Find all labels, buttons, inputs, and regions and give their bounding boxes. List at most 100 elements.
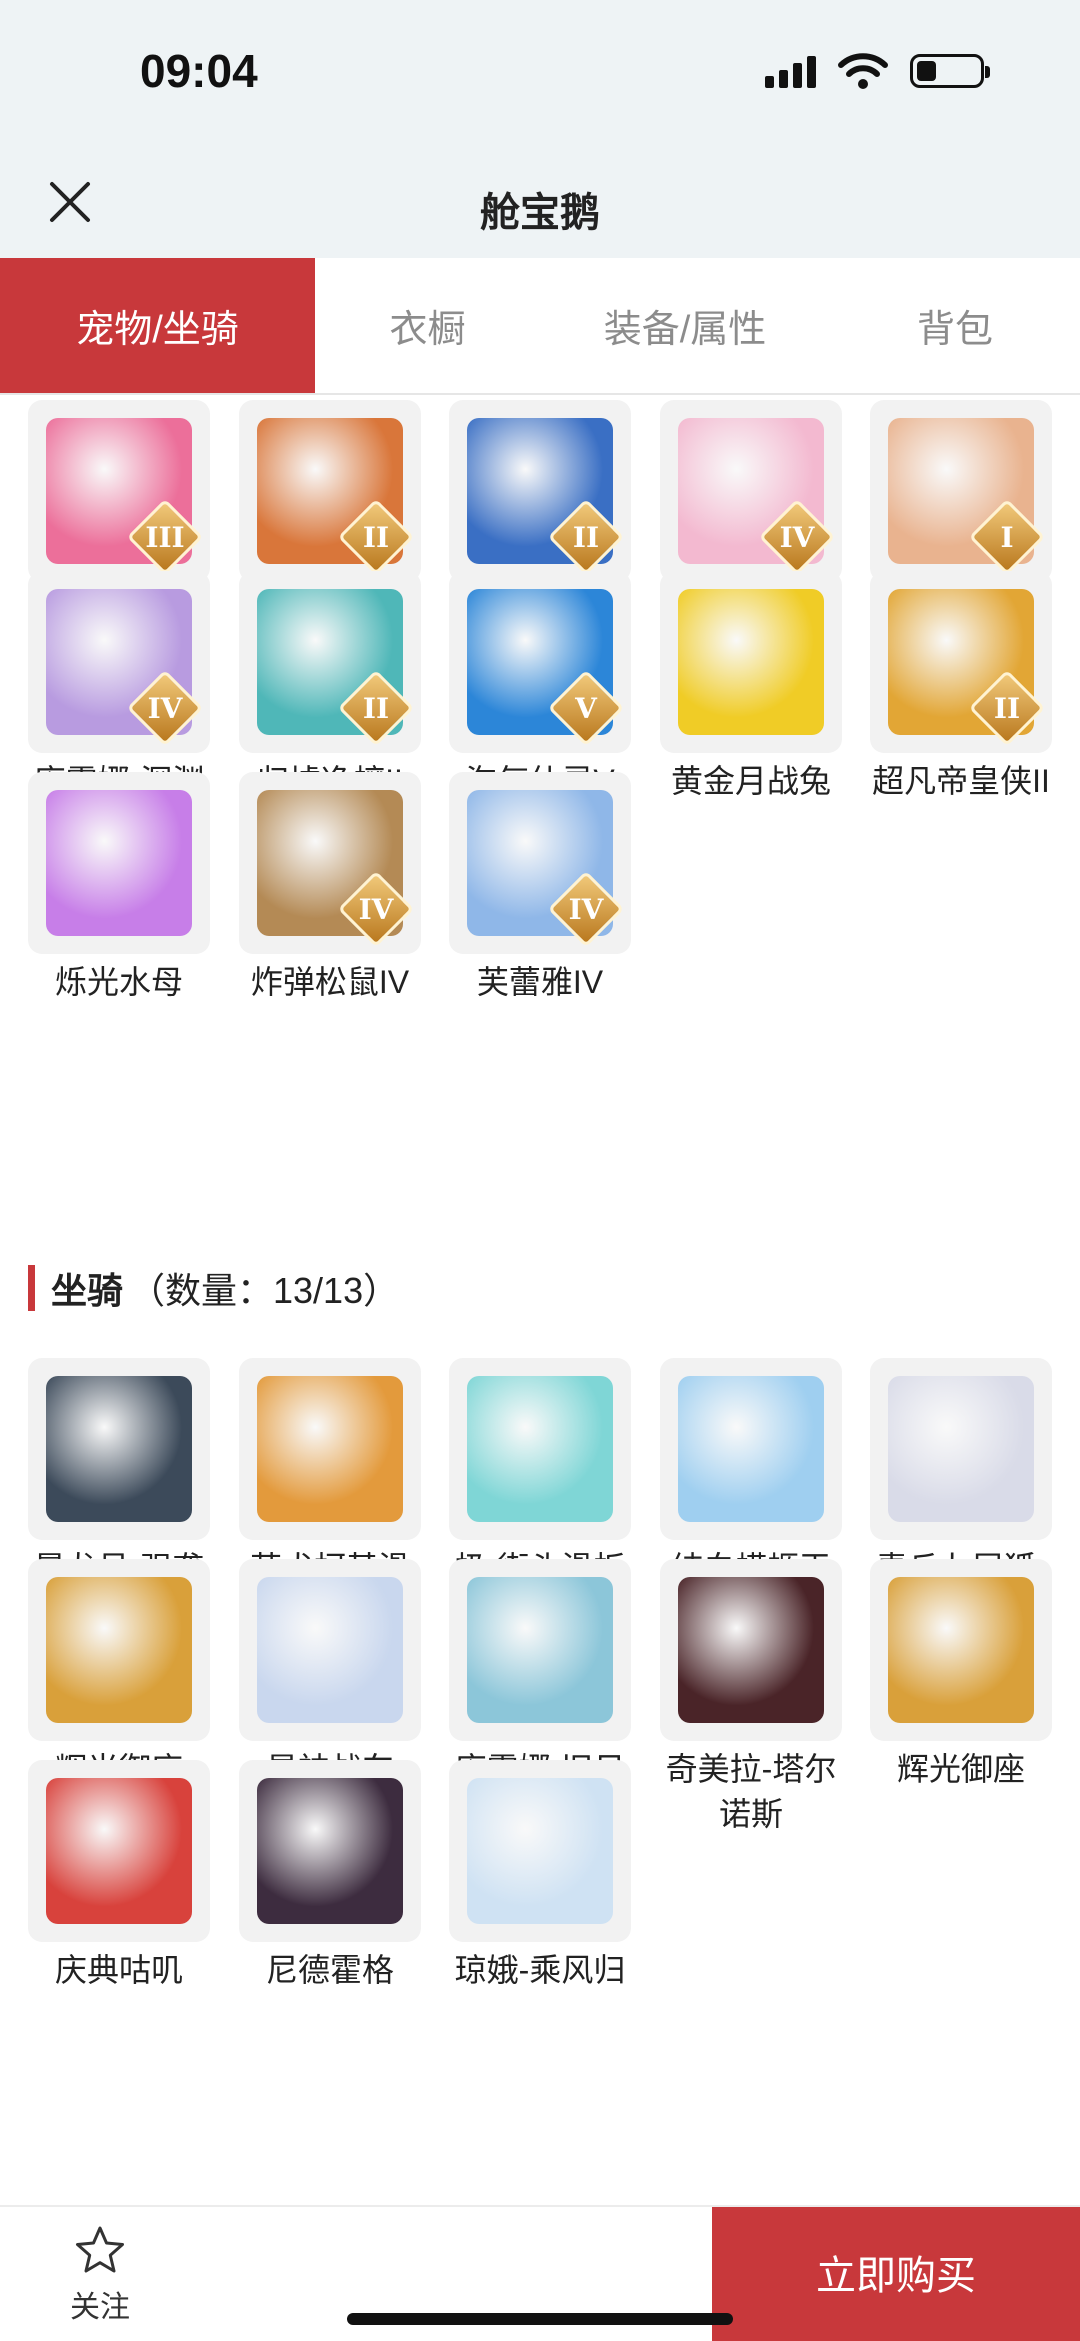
item-thumbnail: II <box>870 571 1052 753</box>
item-name: 烁光水母 <box>54 964 183 1000</box>
item-name: 尼德霍格 <box>265 1952 394 1988</box>
follow-label: 关注 <box>70 2291 130 2324</box>
item-name: 超凡帝皇侠II <box>872 763 1050 799</box>
chimera-icon <box>678 1577 824 1723</box>
star-icon <box>76 2226 124 2273</box>
tier-badge-label: V <box>575 691 597 725</box>
corgi-icon <box>257 1376 403 1522</box>
tier-badge-label: II <box>362 691 390 725</box>
item-thumbnail <box>28 1358 210 1540</box>
pet-card[interactable]: IV 炸弹松鼠IV <box>239 772 421 1005</box>
pet-card[interactable]: II归墟净螭II <box>239 571 421 804</box>
tab-bar: 宠物/坐骑 衣橱 装备/属性 背包 <box>0 258 1080 395</box>
jellyfish-icon <box>46 790 192 936</box>
item-thumbnail <box>239 1760 421 1942</box>
tier-badge-label: IV <box>779 520 815 554</box>
tier-badge-label: III <box>145 520 185 554</box>
item-name: 琼娥-乘风归 <box>454 1952 626 1988</box>
mecha-dino-icon <box>46 1376 192 1522</box>
follow-button[interactable]: 关注 <box>60 2225 140 2326</box>
item-thumbnail <box>28 1559 210 1741</box>
item-thumbnail: II <box>239 571 421 753</box>
golden-rabbit-icon <box>678 589 824 735</box>
fox-icon <box>888 1376 1034 1522</box>
tab-backpack[interactable]: 背包 <box>830 258 1080 393</box>
buy-now-button[interactable]: 立即购买 <box>712 2207 1080 2341</box>
section-accent-bar <box>28 1265 35 1311</box>
mount-card[interactable]: 庆典咕叽 <box>28 1760 210 1993</box>
item-thumbnail <box>660 1358 842 1540</box>
throne-icon <box>888 1577 1034 1723</box>
axolotl-icon <box>678 1376 824 1522</box>
content-scroll[interactable]: III粉抱抱熊 IIIII祈愿灵翼IIII皎晶白虎 IIIV疯疯兔IVI鸡小飞I… <box>0 395 1080 2205</box>
mounts-section-count: （数量：13/13） <box>129 1270 400 1311</box>
item-thumbnail: IV <box>239 772 421 954</box>
item-thumbnail <box>239 1358 421 1540</box>
item-thumbnail <box>449 1358 631 1540</box>
item-thumbnail <box>239 1559 421 1741</box>
item-thumbnail <box>28 1760 210 1942</box>
tier-badge-label: II <box>362 520 390 554</box>
pet-card[interactable]: 烁光水母 <box>28 772 210 1005</box>
chariot-icon <box>257 1577 403 1723</box>
kuluna-song-icon <box>467 1577 613 1723</box>
tier-badge-label: IV <box>147 691 183 725</box>
item-thumbnail <box>870 1358 1052 1540</box>
status-bar: 09:04 <box>0 0 1080 150</box>
mounts-section-title: 坐骑 <box>51 1270 124 1311</box>
item-name: 炸弹松鼠IV <box>250 964 410 1000</box>
mount-card[interactable]: 暴龙号·强袭 <box>28 1358 210 1591</box>
cellular-signal-icon <box>765 54 816 88</box>
mount-card[interactable]: 辉光御座 <box>870 1559 1052 1792</box>
item-thumbnail: IV <box>28 571 210 753</box>
mounts-section-header: 坐骑 （数量：13/13） <box>28 1263 399 1313</box>
item-thumbnail: III <box>28 400 210 582</box>
tier-badge-label: II <box>993 691 1021 725</box>
item-thumbnail <box>28 772 210 954</box>
tier-badge-label: II <box>572 520 600 554</box>
skateboard-icon <box>467 1376 613 1522</box>
item-thumbnail: V <box>449 571 631 753</box>
mount-card[interactable]: 极·街头滑板 <box>449 1358 631 1591</box>
item-thumbnail: IV <box>449 772 631 954</box>
tab-wardrobe[interactable]: 衣橱 <box>315 258 540 393</box>
status-time: 09:04 <box>140 45 258 97</box>
tier-badge-label: IV <box>358 892 394 926</box>
bottom-bar: 关注 立即购买 <box>0 2205 1080 2341</box>
item-thumbnail <box>449 1760 631 1942</box>
item-name: 庆典咕叽 <box>54 1952 183 1988</box>
mount-card[interactable]: 辉光御座 <box>28 1559 210 1792</box>
item-thumbnail <box>660 1559 842 1741</box>
battery-icon <box>910 54 990 88</box>
nidhogg-icon <box>257 1778 403 1924</box>
item-name: 奇美拉-塔尔诺斯 <box>665 1751 837 1832</box>
item-thumbnail <box>449 1559 631 1741</box>
item-name: 辉光御座 <box>896 1751 1025 1787</box>
item-thumbnail <box>660 571 842 753</box>
status-icons <box>765 52 990 90</box>
item-thumbnail: II <box>239 400 421 582</box>
nav-bar: 舱宝鹅 <box>0 150 1080 258</box>
tier-badge-label: I <box>1000 520 1014 554</box>
mount-card[interactable]: 琼娥-乘风归 <box>449 1760 631 1993</box>
item-name: 芙蕾雅IV <box>476 964 604 1000</box>
tier-badge-label: IV <box>568 892 604 926</box>
tab-equipment[interactable]: 装备/属性 <box>540 258 830 393</box>
mount-card[interactable]: 尼德霍格 <box>239 1760 421 1993</box>
item-thumbnail: II <box>449 400 631 582</box>
home-indicator <box>347 2313 733 2325</box>
tab-pets-mounts[interactable]: 宠物/坐骑 <box>0 258 315 393</box>
pet-card[interactable]: IV 芙蕾雅IV <box>449 772 631 1005</box>
mount-card[interactable]: 星神战车 <box>239 1559 421 1792</box>
page-title: 舱宝鹅 <box>480 191 600 235</box>
pet-card[interactable]: 黄金月战兔 <box>660 571 842 804</box>
item-thumbnail: IV <box>660 400 842 582</box>
item-thumbnail <box>870 1559 1052 1741</box>
festival-penguin-icon <box>46 1778 192 1924</box>
mount-card[interactable]: 奇美拉-塔尔诺斯 <box>660 1559 842 1837</box>
pet-card[interactable]: II 超凡帝皇侠II <box>870 571 1052 804</box>
fairy-icon <box>467 1778 613 1924</box>
item-name: 黄金月战兔 <box>670 763 831 799</box>
item-thumbnail: I <box>870 400 1052 582</box>
pet-card[interactable]: V淘气仙灵V <box>449 571 631 804</box>
